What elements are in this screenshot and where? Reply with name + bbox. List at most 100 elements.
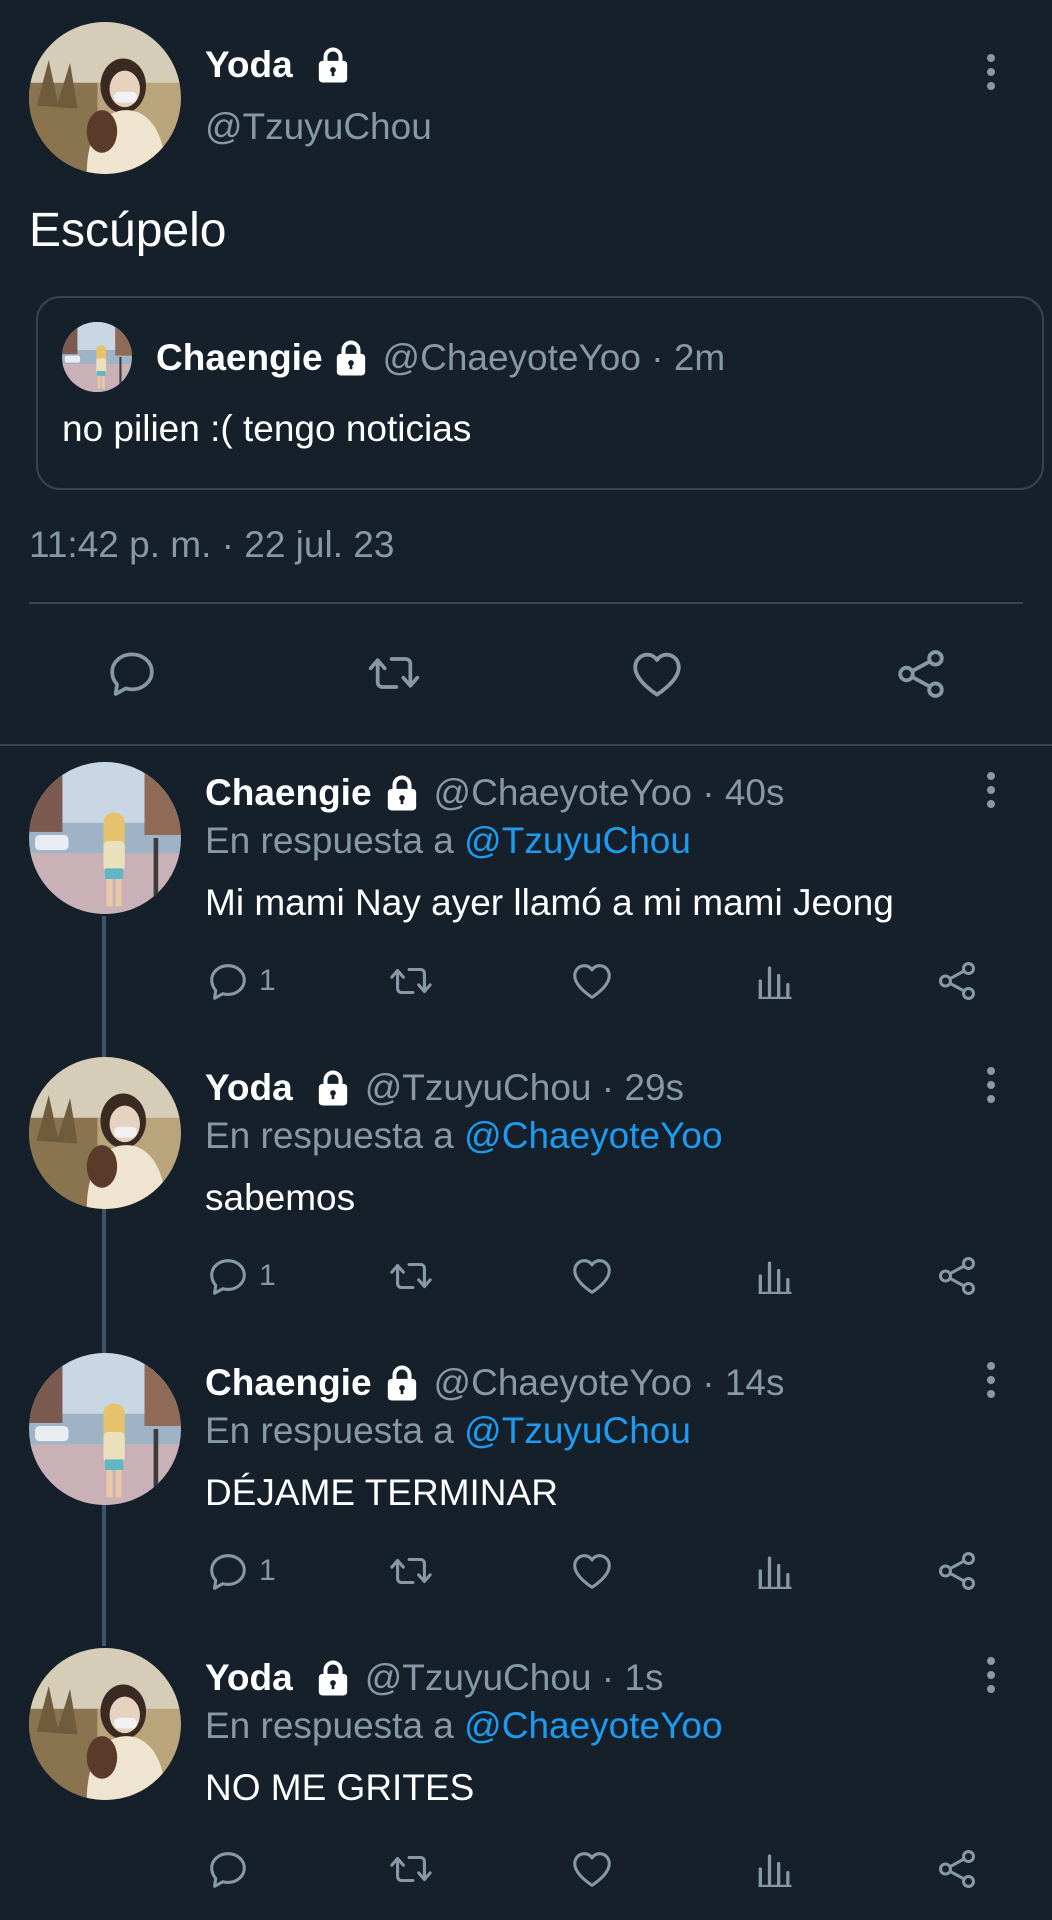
quoted-text: no pilien :( tengo noticias <box>62 408 472 449</box>
more-icon[interactable] <box>983 1362 999 1404</box>
reply-author-name[interactable]: Chaengie <box>205 772 372 814</box>
more-icon[interactable] <box>983 54 999 96</box>
reply-to-link[interactable]: @TzuyuChou <box>464 820 691 861</box>
analytics-icon <box>753 958 797 1004</box>
reply-handle-time: @ChaeyoteYoo · 40s <box>433 772 785 813</box>
share-button[interactable] <box>934 1548 980 1594</box>
reply-avatar[interactable] <box>29 762 181 914</box>
retweet-icon <box>385 1846 437 1892</box>
reply-button[interactable]: 1 <box>205 1253 276 1299</box>
reply-text: DÉJAME TERMINAR <box>205 1472 558 1513</box>
share-button[interactable] <box>934 1253 980 1299</box>
reply-icon <box>205 1253 251 1299</box>
lock-icon <box>382 773 422 813</box>
reply-prefix: En respuesta a <box>205 1705 454 1746</box>
analytics-icon <box>753 1548 797 1594</box>
reply-icon <box>205 958 251 1004</box>
quoted-header: Chaengie @ChaeyoteYoo · 2m <box>156 336 725 380</box>
thread-line <box>102 916 106 1646</box>
reply-prefix: En respuesta a <box>205 1410 454 1451</box>
reply-header: Yoda @TzuyuChou · 29s <box>205 1063 684 1113</box>
reply-text: Mi mami Nay ayer llamó a mi mami Jeong <box>205 882 894 923</box>
reply-avatar[interactable] <box>29 1648 181 1800</box>
like-button[interactable] <box>569 1846 615 1892</box>
reply-context: En respuesta a @TzuyuChou <box>205 1410 691 1452</box>
tweet-timestamp[interactable]: 11:42 p. m. · 22 jul. 23 <box>29 524 394 566</box>
main-share-button[interactable] <box>892 645 950 708</box>
reply-author-name[interactable]: Chaengie <box>205 1362 372 1404</box>
lock-icon <box>313 1658 353 1698</box>
divider <box>29 602 1023 604</box>
reply-count: 1 <box>259 1259 276 1292</box>
share-icon <box>934 958 980 1004</box>
reply-to-link[interactable]: @ChaeyoteYoo <box>464 1705 722 1746</box>
main-like-button[interactable] <box>628 645 686 708</box>
reply-count: 1 <box>259 1554 276 1587</box>
share-button[interactable] <box>934 958 980 1004</box>
reply-prefix: En respuesta a <box>205 1115 454 1156</box>
reply-prefix: En respuesta a <box>205 820 454 861</box>
reply-icon <box>205 1548 251 1594</box>
quoted-tweet-card[interactable]: Chaengie @ChaeyoteYoo · 2m no pilien :( … <box>36 296 1044 490</box>
views-button[interactable] <box>753 1253 797 1299</box>
tweet-text: Escúpelo <box>29 204 227 257</box>
retweet-button[interactable] <box>385 1846 437 1892</box>
lock-icon <box>313 45 353 85</box>
quoted-author-avatar <box>62 322 132 392</box>
main-reply-button[interactable] <box>104 645 160 706</box>
like-button[interactable] <box>569 958 615 1004</box>
more-icon[interactable] <box>983 1657 999 1699</box>
views-button[interactable] <box>753 958 797 1004</box>
reply-header: Chaengie @ChaeyoteYoo · 40s <box>205 768 784 818</box>
heart-icon <box>569 958 615 1004</box>
retweet-icon <box>385 1253 437 1299</box>
heart-icon <box>569 1253 615 1299</box>
reply-avatar[interactable] <box>29 1057 181 1209</box>
analytics-icon <box>753 1253 797 1299</box>
reply-text: sabemos <box>205 1177 356 1218</box>
reply-handle-time: @TzuyuChou · 1s <box>364 1657 664 1698</box>
quoted-author-name: Chaengie <box>156 337 323 378</box>
reply-button[interactable] <box>205 1846 251 1892</box>
reply-handle-time: @ChaeyoteYoo · 14s <box>433 1362 785 1403</box>
reply-button[interactable]: 1 <box>205 1548 276 1594</box>
quoted-handle-time: @ChaeyoteYoo · 2m <box>382 337 726 378</box>
reply-to-link[interactable]: @ChaeyoteYoo <box>464 1115 722 1156</box>
retweet-button[interactable] <box>385 958 437 1004</box>
retweet-icon <box>362 645 426 701</box>
reply-text: NO ME GRITES <box>205 1767 475 1808</box>
analytics-icon <box>753 1846 797 1892</box>
reply-header: Chaengie @ChaeyoteYoo · 14s <box>205 1358 784 1408</box>
retweet-button[interactable] <box>385 1548 437 1594</box>
author-name[interactable]: Yoda <box>205 44 293 86</box>
retweet-icon <box>385 1548 437 1594</box>
views-button[interactable] <box>753 1548 797 1594</box>
author-handle[interactable]: @TzuyuChou <box>205 106 432 148</box>
more-icon[interactable] <box>983 772 999 814</box>
share-icon <box>892 645 950 703</box>
reply-avatar[interactable] <box>29 1353 181 1505</box>
author-avatar[interactable] <box>29 22 181 174</box>
retweet-button[interactable] <box>385 1253 437 1299</box>
share-icon <box>934 1548 980 1594</box>
share-icon <box>934 1253 980 1299</box>
reply-button[interactable]: 1 <box>205 958 276 1004</box>
lock-icon <box>313 1068 353 1108</box>
main-retweet-button[interactable] <box>362 645 426 706</box>
like-button[interactable] <box>569 1253 615 1299</box>
reply-author-name[interactable]: Yoda <box>205 1067 293 1109</box>
reply-to-link[interactable]: @TzuyuChou <box>464 1410 691 1451</box>
views-button[interactable] <box>753 1846 797 1892</box>
reply-handle-time: @TzuyuChou · 29s <box>364 1067 685 1108</box>
share-button[interactable] <box>934 1846 980 1892</box>
lock-icon <box>331 338 371 378</box>
more-icon[interactable] <box>983 1067 999 1109</box>
reply-count: 1 <box>259 964 276 997</box>
author-name-row: Yoda <box>205 40 353 90</box>
like-button[interactable] <box>569 1548 615 1594</box>
reply-header: Yoda @TzuyuChou · 1s <box>205 1653 663 1703</box>
reply-author-name[interactable]: Yoda <box>205 1657 293 1699</box>
share-icon <box>934 1846 980 1892</box>
reply-context: En respuesta a @TzuyuChou <box>205 820 691 862</box>
heart-icon <box>569 1846 615 1892</box>
